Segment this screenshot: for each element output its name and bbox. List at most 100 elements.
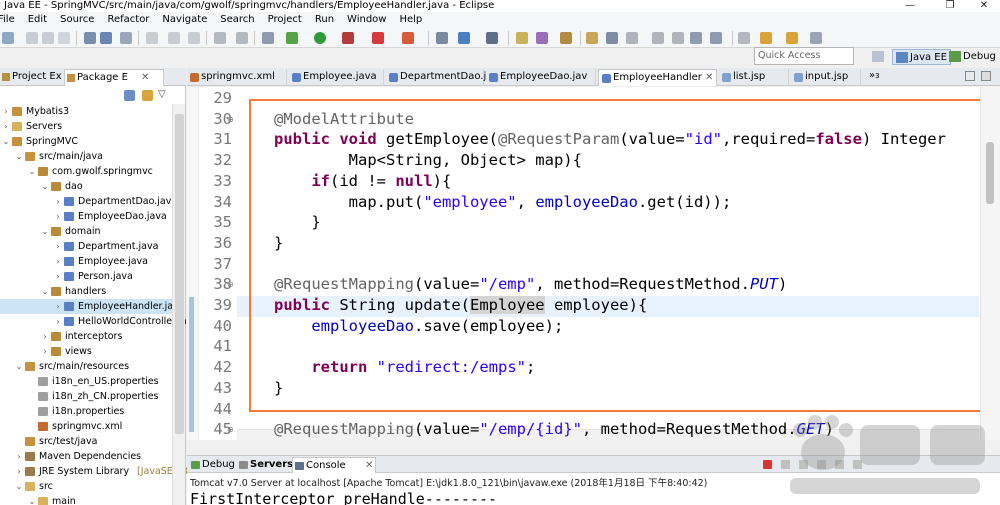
chevron-right-icon[interactable]: › <box>41 344 49 359</box>
whitespace-icon[interactable] <box>626 32 638 44</box>
chevron-down-icon[interactable]: ⌄ <box>15 479 23 494</box>
menu-file[interactable]: File <box>0 12 22 28</box>
stop-icon[interactable] <box>372 32 384 44</box>
chevron-down-icon[interactable]: ⌄ <box>28 164 36 179</box>
menu-search[interactable]: Search <box>214 12 261 28</box>
tree-item[interactable]: › EmployeeHandler.java <box>0 299 185 314</box>
toggle-block-icon[interactable] <box>606 32 618 44</box>
previous-annotation-icon[interactable] <box>710 32 722 44</box>
tree-item[interactable]: › Maven Dependencies <box>0 449 172 464</box>
open-perspective-icon[interactable] <box>458 32 470 44</box>
tree-item[interactable]: ⌄ src/main/java <box>0 149 172 164</box>
close-icon[interactable]: ✕ <box>705 70 713 86</box>
maximize-view-icon[interactable] <box>981 71 991 81</box>
tree-item[interactable]: › EmployeeDao.java <box>0 209 172 224</box>
skip-breakpoints-icon[interactable] <box>84 32 96 44</box>
chevron-right-icon[interactable]: › <box>41 329 49 344</box>
menu-source[interactable]: Source <box>54 12 101 28</box>
close-icon[interactable]: ✕ <box>141 70 149 86</box>
editor-tab[interactable]: Employee.java <box>289 69 384 86</box>
mark-occurrences-icon[interactable] <box>586 32 598 44</box>
tree-item[interactable]: ⌄ src/main/resources <box>0 359 172 374</box>
forward-icon[interactable] <box>786 32 798 44</box>
tree-item[interactable]: ⌄ dao <box>0 179 172 194</box>
chevron-down-icon[interactable]: ⌄ <box>15 149 23 164</box>
chevron-down-icon[interactable]: ⌄ <box>15 359 23 374</box>
tree-item[interactable]: ⌄ domain <box>0 224 172 239</box>
tree-item[interactable]: › Employee.java <box>0 254 172 269</box>
new-icon[interactable] <box>2 32 14 44</box>
run-icon[interactable] <box>314 32 326 44</box>
chevron-right-icon[interactable]: › <box>15 449 23 464</box>
bottom-tab[interactable]: Debug <box>189 457 235 473</box>
editor-tab[interactable]: DepartmentDao.j <box>386 69 486 86</box>
chevron-right-icon[interactable]: › <box>54 269 62 284</box>
tree-item[interactable]: ⌄ src <box>0 479 172 494</box>
settings-icon[interactable] <box>120 32 132 44</box>
chevron-down-icon[interactable]: ⌄ <box>28 494 36 505</box>
quick-access-input[interactable]: Quick Access <box>754 47 854 65</box>
chevron-right-icon[interactable]: › <box>2 104 10 119</box>
tree-item[interactable]: › Person.java <box>0 269 172 284</box>
close-button[interactable]: ✕ <box>966 0 1000 12</box>
next-annotation-icon[interactable] <box>690 32 702 44</box>
collapse-all-icon[interactable] <box>124 90 135 101</box>
chevron-right-icon[interactable]: › <box>54 254 62 269</box>
minimize-button[interactable]: — <box>892 0 928 12</box>
tree-scrollbar[interactable] <box>172 104 185 505</box>
debug-icon[interactable] <box>286 32 298 44</box>
menu-project[interactable]: Project <box>262 12 309 28</box>
link-icon[interactable] <box>236 32 248 44</box>
server-icon[interactable] <box>188 32 200 44</box>
tree-item[interactable]: › Department.java <box>0 239 172 254</box>
menu-run[interactable]: Run <box>309 12 341 28</box>
print-icon[interactable] <box>58 32 70 44</box>
tree-item[interactable]: ⌄ SpringMVC <box>0 134 172 149</box>
tree-item[interactable]: › Mybatis3 <box>0 104 172 119</box>
save-all-icon[interactable] <box>42 32 54 44</box>
tree-item[interactable]: › Servers <box>0 119 172 134</box>
maximize-button[interactable]: ❐ <box>932 0 968 12</box>
perspective-debug[interactable]: Debug <box>947 49 996 65</box>
coverage-icon[interactable] <box>342 32 354 44</box>
tree-item[interactable]: i18n.properties <box>0 404 172 419</box>
fold-icon[interactable]: ⊖ <box>227 425 234 434</box>
save-icon[interactable] <box>26 32 38 44</box>
view-menu-icon[interactable]: ▽ <box>158 89 166 100</box>
fold-icon[interactable]: ⊖ <box>227 115 234 124</box>
new-server-icon[interactable] <box>436 32 448 44</box>
tab-package-explorer[interactable]: Package E ✕ <box>64 69 164 86</box>
tree-item[interactable]: i18n_en_US.properties <box>0 374 172 389</box>
chevron-right-icon[interactable]: › <box>54 299 62 314</box>
editor-tab[interactable]: EmployeeHandler ✕ <box>598 69 717 86</box>
link-editor-icon[interactable] <box>142 90 153 101</box>
tree-item[interactable]: › views <box>0 344 172 359</box>
chevron-right-icon[interactable]: › <box>54 194 62 209</box>
menu-help[interactable]: Help <box>393 12 429 28</box>
refresh-icon[interactable] <box>168 32 180 44</box>
open-perspective-icon[interactable] <box>872 51 884 62</box>
tree-item[interactable]: › interceptors <box>0 329 172 344</box>
bottom-tab[interactable]: Console ✕ <box>292 457 376 473</box>
code-editor[interactable]: 29 30 ⊖ @ModelAttribute 31 public void getEmp… <box>187 87 1000 440</box>
perspective-java-ee[interactable]: Java EE <box>892 49 951 65</box>
tab-project-explorer[interactable]: Project Ex <box>0 69 62 86</box>
chevron-right-icon[interactable]: › <box>2 119 10 134</box>
bottom-tab[interactable]: Servers <box>237 457 293 473</box>
editor-tab[interactable]: springmvc.xml <box>187 69 287 86</box>
menu-refactor[interactable]: Refactor <box>101 12 156 28</box>
tree-item[interactable]: › JRE System Library [JavaSE-1.8] <box>0 464 195 479</box>
fold-icon[interactable]: ⊖ <box>227 280 234 289</box>
task-icon[interactable] <box>214 32 226 44</box>
tree-item[interactable]: i18n_zh_CN.properties <box>0 389 172 404</box>
chevron-right-icon[interactable]: › <box>54 239 62 254</box>
last-edit-icon[interactable] <box>738 32 750 44</box>
editor-tab[interactable]: input.jsp <box>791 69 861 86</box>
search-icon[interactable] <box>536 32 548 44</box>
open-type-icon[interactable] <box>146 32 158 44</box>
java-icon[interactable] <box>100 32 112 44</box>
tree-item[interactable]: › DepartmentDao.java <box>0 194 177 209</box>
external-tools-icon[interactable] <box>402 32 414 44</box>
chevron-right-icon[interactable]: › <box>54 314 62 329</box>
tree-item[interactable]: › HelloWorldController.java <box>0 314 198 329</box>
